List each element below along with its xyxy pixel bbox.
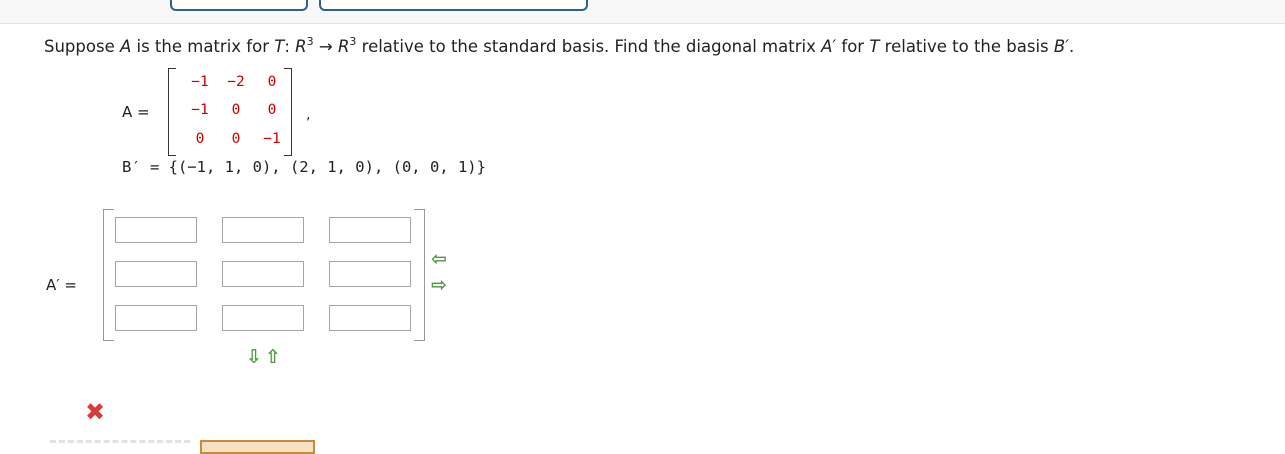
matrix-cell: 0 [267, 102, 277, 118]
matrix-a-label: A = [122, 103, 150, 121]
answer-cell-3-1[interactable] [115, 305, 197, 331]
remove-row-arrow-icon[interactable]: ⇧ [265, 348, 281, 367]
answer-cell-2-3[interactable] [329, 261, 411, 287]
left-bracket [168, 68, 176, 156]
tab-right[interactable] [319, 0, 588, 11]
remove-column-arrow-icon[interactable]: ⇦ [431, 250, 447, 269]
answer-right-bracket [414, 209, 425, 341]
matrix-comma: , [306, 107, 311, 123]
divider [50, 440, 190, 451]
answer-left-bracket [103, 209, 114, 341]
matrix-a: −1 −2 0 −1 0 0 0 0 −1 [168, 68, 292, 156]
add-column-arrow-icon[interactable]: ⇨ [431, 276, 447, 295]
matrix-cell: −1 [191, 102, 209, 118]
matrix-cell: −1 [263, 131, 281, 147]
basis-text: B′ = {(−1, 1, 0), (2, 1, 0), (0, 0, 1)} [122, 158, 486, 176]
question-text: Suppose A is the matrix for T: R3 → R3 r… [44, 35, 1075, 56]
answer-cell-3-3[interactable] [329, 305, 411, 331]
matrix-cell: 0 [231, 102, 241, 118]
matrix-cell: −2 [227, 74, 245, 90]
incorrect-icon: ✖ [85, 398, 106, 426]
answer-cell-1-3[interactable] [329, 217, 411, 243]
answer-cell-3-2[interactable] [222, 305, 304, 331]
answer-label: A′ = [46, 276, 78, 294]
bottom-button[interactable] [200, 440, 315, 454]
add-row-arrow-icon[interactable]: ⇩ [246, 348, 262, 367]
answer-cell-2-2[interactable] [222, 261, 304, 287]
matrix-cell: 0 [267, 74, 277, 90]
top-bar [0, 0, 1285, 24]
answer-cell-1-2[interactable] [222, 217, 304, 243]
matrix-cell: 0 [231, 131, 241, 147]
matrix-cell: −1 [191, 74, 209, 90]
matrix-cell: 0 [195, 131, 205, 147]
answer-cell-2-1[interactable] [115, 261, 197, 287]
answer-cell-1-1[interactable] [115, 217, 197, 243]
tab-left[interactable] [170, 0, 308, 11]
